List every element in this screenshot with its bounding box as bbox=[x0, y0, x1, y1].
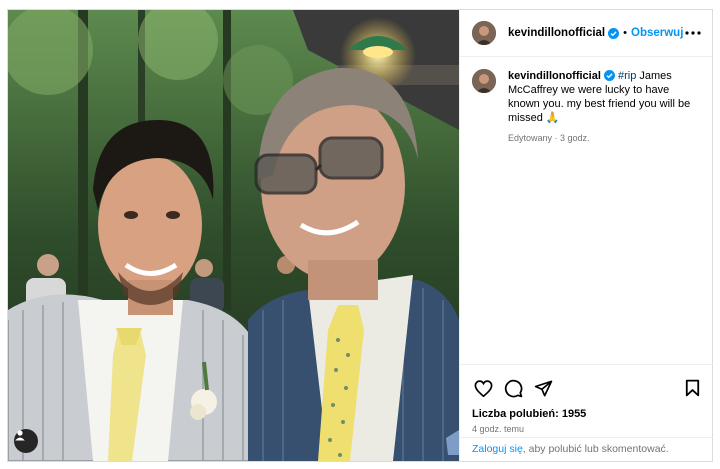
instagram-post: kevindillonofficial • Obserwuj kevindill… bbox=[7, 9, 713, 462]
user-tag-icon[interactable] bbox=[14, 429, 38, 453]
caption-body: kevindillonofficial #rip James McCaffrey… bbox=[508, 69, 694, 145]
verified-badge-icon bbox=[608, 27, 620, 39]
post-sidebar: kevindillonofficial • Obserwuj kevindill… bbox=[459, 10, 713, 461]
post-photo[interactable] bbox=[8, 10, 459, 461]
likes-count[interactable]: Liczba polubień: 1955 bbox=[460, 401, 713, 420]
login-prompt-text: , aby polubić lub skomentować. bbox=[522, 443, 669, 455]
more-options-icon[interactable] bbox=[683, 31, 702, 35]
username-link[interactable]: kevindillonofficial bbox=[508, 27, 605, 39]
praying-hands-emoji: 🙏 bbox=[545, 112, 560, 124]
post-header: kevindillonofficial • Obserwuj bbox=[460, 10, 712, 57]
login-link[interactable]: Zaloguj się bbox=[472, 443, 523, 455]
photo-illustration bbox=[8, 10, 459, 461]
bookmark-icon[interactable] bbox=[681, 377, 703, 399]
login-prompt: Zaloguj się, aby polubić lub skomentować… bbox=[460, 437, 713, 461]
caption: kevindillonofficial #rip James McCaffrey… bbox=[460, 57, 712, 145]
verified-badge-icon bbox=[603, 70, 615, 81]
caption-avatar[interactable] bbox=[472, 69, 496, 93]
post-timestamp[interactable]: 4 godz. temu bbox=[460, 420, 713, 434]
edited-timestamp: Edytowany · 3 godz. bbox=[508, 133, 590, 143]
actions-area: Liczba polubień: 1955 4 godz. temu bbox=[460, 364, 713, 434]
separator: • bbox=[623, 27, 627, 39]
action-bar bbox=[460, 365, 713, 401]
avatar[interactable] bbox=[472, 21, 496, 45]
follow-button[interactable]: Obserwuj bbox=[631, 27, 683, 39]
heart-icon[interactable] bbox=[472, 377, 494, 399]
hashtag-link[interactable]: #rip bbox=[618, 70, 636, 82]
caption-username[interactable]: kevindillonofficial bbox=[508, 70, 601, 82]
comment-icon[interactable] bbox=[502, 377, 524, 399]
send-icon[interactable] bbox=[532, 377, 554, 399]
